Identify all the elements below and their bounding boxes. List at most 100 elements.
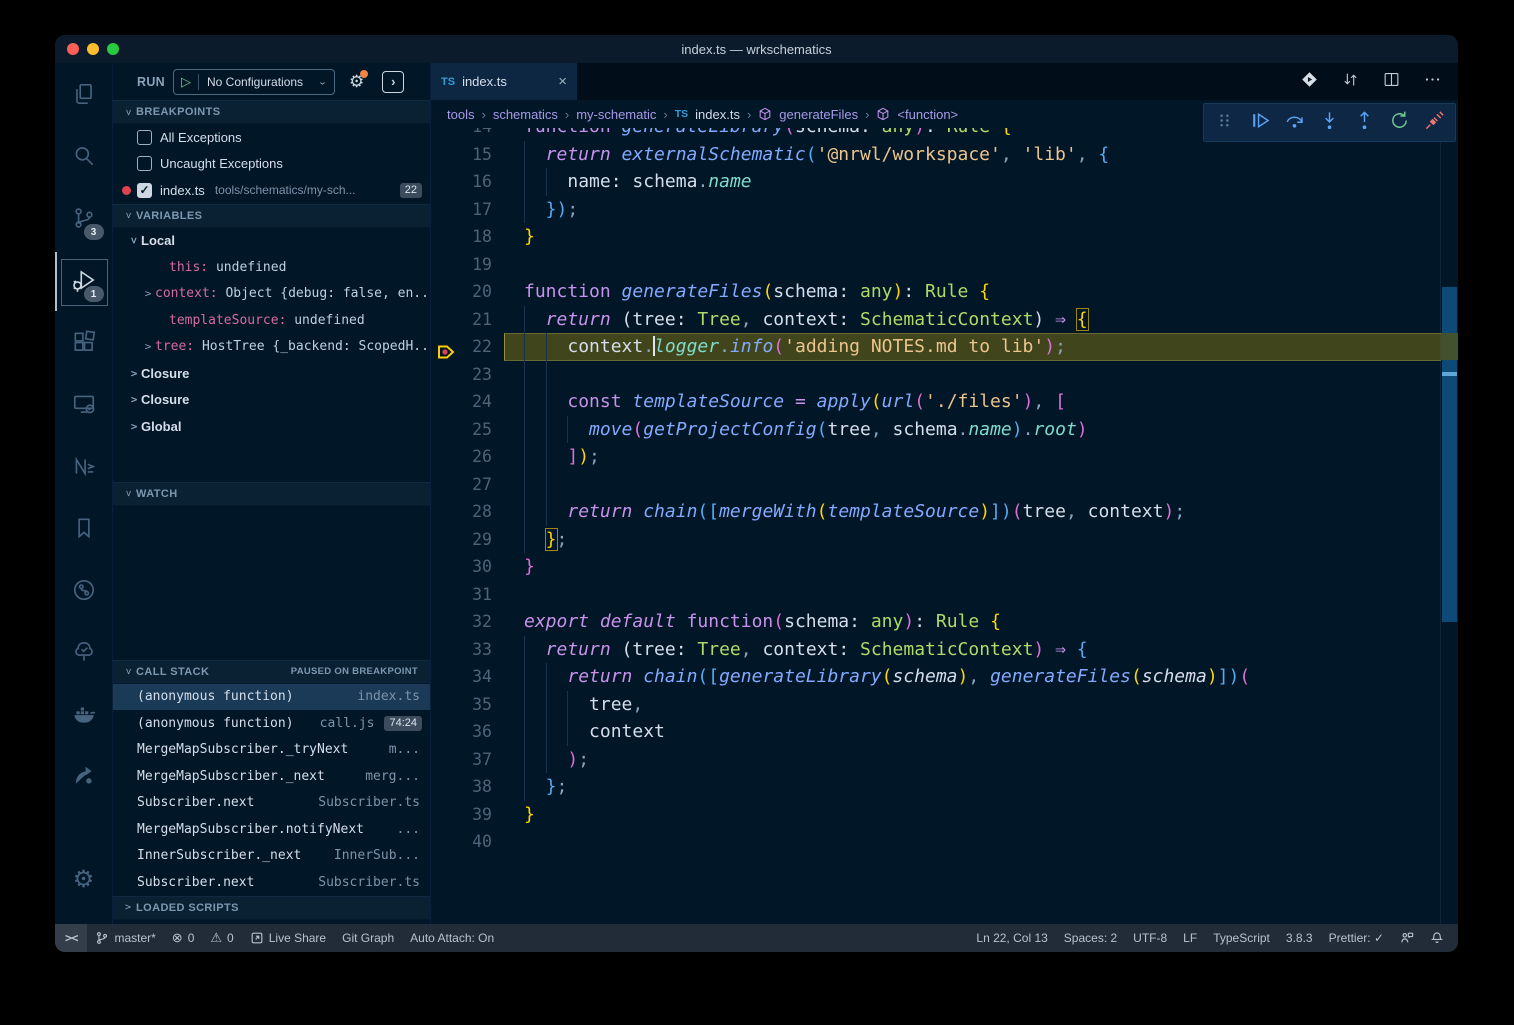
code-line[interactable]: 19: [431, 251, 1441, 279]
breakpoint-row[interactable]: All Exceptions: [113, 124, 430, 151]
call-stack-frame[interactable]: (anonymous function)index.ts: [113, 684, 430, 711]
code-line[interactable]: 15return externalSchematic('@nrwl/worksp…: [431, 141, 1441, 169]
call-stack-frame[interactable]: MergeMapSubscriber.notifyNext...: [113, 816, 430, 843]
activity-project-manager[interactable]: [55, 747, 113, 809]
status-encoding[interactable]: UTF-8: [1125, 924, 1175, 952]
code-line[interactable]: 22context.logger.info('adding NOTES.md t…: [431, 333, 1441, 361]
status-cursor-position[interactable]: Ln 22, Col 13: [968, 924, 1055, 952]
code-viewport[interactable]: 14function generateLibrary(schema: any):…: [431, 100, 1441, 924]
call-stack-frame[interactable]: MergeMapSubscriber._nextmerg...: [113, 763, 430, 790]
close-icon[interactable]: ×: [558, 73, 567, 90]
code-line[interactable]: 18}: [431, 223, 1441, 251]
maximize-window-button[interactable]: [107, 43, 119, 55]
activity-manage[interactable]: ⚙: [55, 848, 113, 910]
call-stack-frame[interactable]: Subscriber.nextSubscriber.ts: [113, 790, 430, 817]
status-feedback[interactable]: [1392, 924, 1422, 952]
code-line[interactable]: 27: [431, 471, 1441, 499]
status-remote-indicator[interactable]: ><: [55, 924, 87, 952]
variable-row[interactable]: this: undefined: [113, 254, 430, 281]
variables-section-header[interactable]: > VARIABLES: [113, 204, 430, 228]
breadcrumb-item[interactable]: generateFiles: [779, 107, 858, 122]
breadcrumb-item[interactable]: schematics: [493, 107, 558, 122]
code-line[interactable]: 24const templateSource = apply(url('./fi…: [431, 388, 1441, 416]
status-indentation[interactable]: Spaces: 2: [1056, 924, 1125, 952]
breadcrumb-item[interactable]: <function>: [897, 107, 958, 122]
status-language-mode[interactable]: TypeScript: [1205, 924, 1278, 952]
code-line[interactable]: 37);: [431, 746, 1441, 774]
breadcrumb-item[interactable]: my-schematic: [576, 107, 656, 122]
status-notifications[interactable]: [1422, 924, 1452, 952]
loaded-scripts-section-header[interactable]: > LOADED SCRIPTS: [113, 896, 430, 920]
variable-row[interactable]: >Closure: [113, 360, 430, 387]
activity-docker[interactable]: [55, 685, 113, 747]
code-line[interactable]: 36context: [431, 718, 1441, 746]
breakpoint-row[interactable]: Uncaught Exceptions: [113, 151, 430, 178]
variable-row[interactable]: >Local: [113, 228, 430, 255]
status-live-share[interactable]: Live Share: [242, 924, 334, 952]
disconnect-button[interactable]: [1420, 108, 1450, 138]
tab-index-ts[interactable]: TS index.ts ×: [431, 63, 577, 100]
more-icon[interactable]: [1423, 70, 1442, 94]
step-into-button[interactable]: [1315, 108, 1345, 138]
close-window-button[interactable]: [67, 43, 79, 55]
activity-extensions[interactable]: [55, 313, 113, 375]
status-git-branch[interactable]: master*: [87, 924, 163, 952]
status-prettier[interactable]: Prettier: ✓: [1321, 924, 1392, 952]
activity-gitlens[interactable]: [55, 561, 113, 623]
breakpoint-row[interactable]: ✓index.tstools/schematics/my-sch...22: [113, 177, 430, 204]
code-line[interactable]: 23: [431, 361, 1441, 389]
code-line[interactable]: 26]);: [431, 443, 1441, 471]
code-line[interactable]: 16name: schema.name: [431, 168, 1441, 196]
activity-source-control[interactable]: 3: [55, 189, 113, 251]
code-line[interactable]: 40: [431, 828, 1441, 856]
launch-config-dropdown[interactable]: ▷ No Configurations ⌄: [173, 69, 335, 95]
code-line[interactable]: 30}: [431, 553, 1441, 581]
call-stack-section-header[interactable]: > CALL STACK PAUSED ON BREAKPOINT: [113, 660, 430, 684]
variable-row[interactable]: >context: Object {debug: false, en...: [113, 281, 430, 308]
scrollbar[interactable]: [1440, 100, 1458, 924]
activity-todo-tree[interactable]: [55, 623, 113, 685]
call-stack-frame[interactable]: (anonymous function)call.js74:24: [113, 710, 430, 737]
status-auto-attach[interactable]: Auto Attach: On: [402, 924, 502, 952]
breakpoint-checkbox[interactable]: [137, 156, 152, 171]
code-line[interactable]: 32export default function(schema: any): …: [431, 608, 1441, 636]
activity-explorer[interactable]: [55, 65, 113, 127]
code-line[interactable]: 34return chain([generateLibrary(schema),…: [431, 663, 1441, 691]
watch-section-header[interactable]: > WATCH: [113, 482, 430, 506]
minimize-window-button[interactable]: [87, 43, 99, 55]
activity-run-and-debug[interactable]: 1: [55, 251, 113, 313]
code-line[interactable]: 39}: [431, 801, 1441, 829]
breakpoint-checkbox[interactable]: ✓: [137, 183, 152, 198]
code-line[interactable]: 28return chain([mergeWith(templateSource…: [431, 498, 1441, 526]
code-line[interactable]: 35tree,: [431, 691, 1441, 719]
start-debug-icon[interactable]: ▷: [174, 74, 199, 90]
variable-row[interactable]: >Global: [113, 413, 430, 440]
code-line[interactable]: 29};: [431, 526, 1441, 554]
status-git-graph[interactable]: Git Graph: [334, 924, 402, 952]
code-line[interactable]: 31: [431, 581, 1441, 609]
step-over-button[interactable]: [1279, 108, 1309, 138]
call-stack-frame[interactable]: MergeMapSubscriber._tryNextm...: [113, 737, 430, 764]
variable-row[interactable]: templateSource: undefined: [113, 307, 430, 334]
configure-gear-button[interactable]: ⚙: [349, 72, 364, 92]
split-editor-icon[interactable]: [1382, 70, 1401, 94]
code-line[interactable]: 17});: [431, 196, 1441, 224]
window-controls[interactable]: [67, 43, 119, 55]
breakpoints-section-header[interactable]: > BREAKPOINTS: [113, 100, 430, 124]
compare-icon[interactable]: [1341, 70, 1360, 94]
debug-console-button[interactable]: ›: [382, 71, 404, 93]
call-stack-frame[interactable]: InnerSubscriber._nextInnerSub...: [113, 843, 430, 870]
breadcrumb-item[interactable]: tools: [447, 107, 474, 122]
breakpoint-checkbox[interactable]: [137, 130, 152, 145]
status-ts-version[interactable]: 3.8.3: [1278, 924, 1321, 952]
open-changes-icon[interactable]: [1300, 70, 1319, 94]
continue-button[interactable]: [1244, 108, 1274, 138]
call-stack-frame[interactable]: Subscriber.nextSubscriber.ts: [113, 869, 430, 896]
activity-bookmarks[interactable]: [55, 499, 113, 561]
variable-row[interactable]: >Closure: [113, 387, 430, 414]
status-eol[interactable]: LF: [1175, 924, 1205, 952]
restart-button[interactable]: [1385, 108, 1415, 138]
drag-handle[interactable]: [1209, 108, 1239, 138]
code-line[interactable]: 20function generateFiles(schema: any): R…: [431, 278, 1441, 306]
variable-row[interactable]: >tree: HostTree {_backend: ScopedH...: [113, 334, 430, 361]
